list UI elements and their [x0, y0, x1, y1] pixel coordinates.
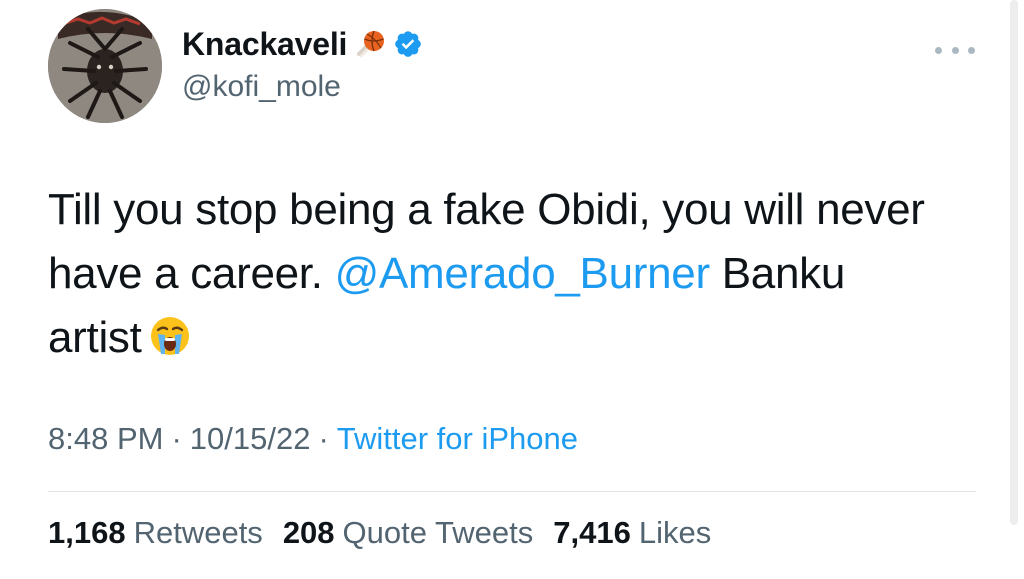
dot [935, 46, 942, 54]
mention-link[interactable]: @Amerado_Burner [335, 249, 711, 298]
dot [951, 46, 959, 54]
more-options-icon[interactable] [935, 40, 975, 60]
retweets-count: 1,168 [48, 515, 126, 550]
user-handle[interactable]: @kofi_mole [182, 70, 423, 104]
tweet-meta: 8:48 PM · 10/15/22 · Twitter for iPhone [48, 421, 578, 457]
quote-tweets-count: 208 [282, 515, 335, 550]
likes-label: Likes [638, 515, 712, 550]
likes-stat[interactable]: 7,416 Likes [553, 515, 711, 551]
engagement-stats: 1,168 Retweets 208 Quote Tweets 7,416 Likes [48, 515, 731, 551]
tweet-header: Knackaveli @kofi_mole [182, 22, 423, 104]
scrollbar[interactable] [1010, 0, 1018, 525]
retweets-label: Retweets [133, 515, 263, 550]
divider [48, 491, 976, 492]
basketball-emoji-icon [355, 28, 387, 60]
tweet-source-link[interactable]: Twitter for iPhone [337, 421, 578, 456]
dot [968, 46, 975, 54]
tweet-date[interactable]: 10/15/22 [190, 421, 311, 456]
avatar-image [48, 9, 162, 123]
tweet-card: Knackaveli @kofi_mole Till you stop bein… [0, 0, 1024, 579]
tweet-text: Till you stop being a fake Obidi, you wi… [48, 178, 948, 370]
quote-tweets-label: Quote Tweets [342, 515, 534, 550]
retweets-stat[interactable]: 1,168 Retweets [48, 515, 263, 551]
meta-separator: · [171, 421, 182, 456]
meta-separator: · [318, 421, 329, 456]
name-row: Knackaveli [182, 22, 423, 66]
tweet-time[interactable]: 8:48 PM [48, 421, 163, 456]
loudly-crying-face-emoji-icon [148, 312, 192, 356]
verified-badge-icon[interactable] [393, 29, 423, 59]
display-name[interactable]: Knackaveli [182, 26, 347, 63]
quote-tweets-stat[interactable]: 208 Quote Tweets [283, 515, 533, 551]
likes-count: 7,416 [553, 515, 631, 550]
avatar[interactable] [48, 9, 162, 123]
